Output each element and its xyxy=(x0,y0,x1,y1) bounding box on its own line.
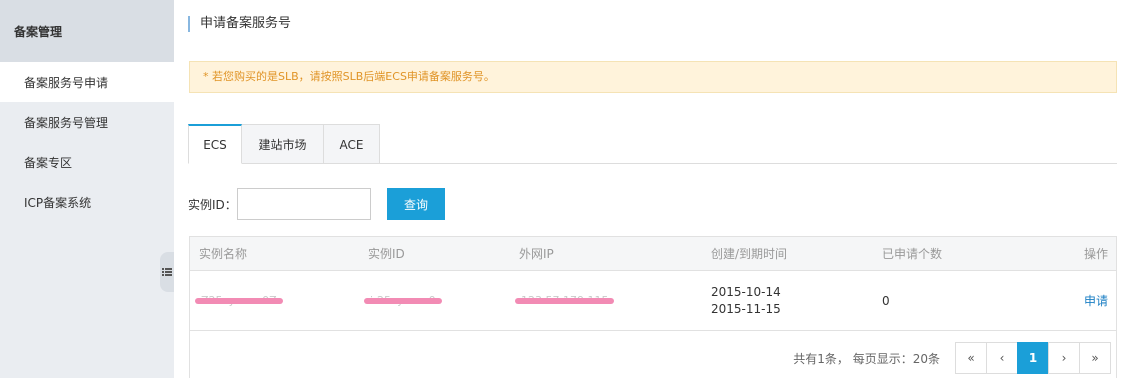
next-page-button[interactable]: › xyxy=(1048,342,1080,374)
sidebar-item-service-number-apply[interactable]: 备案服务号申请 xyxy=(0,62,174,102)
apply-action-cell: 申请 xyxy=(1084,271,1108,330)
table-row: Z25cy.vwc.0Z i-25cyvwc.0 123.57.179.115 … xyxy=(190,271,1116,331)
expire-date: 2015-11-15 xyxy=(711,301,781,316)
tab-site-market[interactable]: 建站市场 xyxy=(242,124,324,164)
applied-count-cell: 0 xyxy=(882,293,890,308)
column-header-instance-id: 实例ID xyxy=(368,247,405,261)
tab-ecs[interactable]: ECS xyxy=(188,124,242,164)
column-header-public-ip: 外网IP xyxy=(519,247,554,261)
instance-id-redacted: i-25cyvwc.0 xyxy=(364,294,442,307)
apply-link[interactable]: 申请 xyxy=(1084,292,1108,309)
page-number-button[interactable]: 1 xyxy=(1017,342,1049,374)
public-ip-redacted: 123.57.179.115 xyxy=(514,294,615,307)
instance-id-input[interactable] xyxy=(237,188,371,220)
page-title: 申请备案服务号 xyxy=(188,16,291,32)
sidebar-item-label: 备案服务号申请 xyxy=(24,75,109,90)
pagination-info: 共有1条， 每页显示：20条 xyxy=(793,352,940,366)
instance-name-cell: Z25cy.vwc.0Z xyxy=(195,271,283,330)
dates-cell: 2015-10-14 2015-11-15 xyxy=(711,271,781,330)
column-header-applied-count: 已申请个数 xyxy=(882,247,943,261)
sidebar-item-service-number-manage[interactable]: 备案服务号管理 xyxy=(0,102,174,142)
first-page-button[interactable]: « xyxy=(955,342,987,374)
instance-id-label: 实例ID： xyxy=(188,198,237,212)
instance-name-redacted: Z25cy.vwc.0Z xyxy=(195,294,283,307)
column-header-action: 操作 xyxy=(1083,247,1108,261)
sidebar-title: 备案管理 xyxy=(0,0,174,62)
column-header-instance-name: 实例名称 xyxy=(199,247,248,261)
public-ip-cell: 123.57.179.115 xyxy=(514,271,615,330)
sidebar: 备案管理 备案服务号申请 备案服务号管理 备案专区 ICP备案系统 xyxy=(0,0,174,378)
tab-ace[interactable]: ACE xyxy=(324,124,380,164)
sidebar-item-label: 备案服务号管理 xyxy=(24,115,109,130)
instance-id-cell: i-25cyvwc.0 xyxy=(364,271,442,330)
prev-page-button[interactable]: ‹ xyxy=(986,342,1018,374)
sidebar-item-label: ICP备案系统 xyxy=(24,195,92,210)
query-button[interactable]: 查询 xyxy=(387,188,445,220)
main-content: 申请备案服务号 * 若您购买的是SLB，请按照SLB后端ECS申请备案服务号。 … xyxy=(188,0,1117,378)
pagination: « ‹ 1 › » xyxy=(955,342,1111,374)
last-page-button[interactable]: » xyxy=(1079,342,1111,374)
sidebar-item-label: 备案专区 xyxy=(24,155,73,170)
collapse-menu-icon xyxy=(162,268,172,276)
table-header: 实例名称 实例ID 外网IP 创建/到期时间 已申请个数 操作 xyxy=(190,237,1116,271)
column-header-dates: 创建/到期时间 xyxy=(711,247,788,261)
sidebar-item-icp-system[interactable]: ICP备案系统 xyxy=(0,182,174,222)
tab-bar: ECS 建站市场 ACE xyxy=(188,124,1117,164)
sidebar-item-filing-zone[interactable]: 备案专区 xyxy=(0,142,174,182)
created-date: 2015-10-14 xyxy=(711,284,781,299)
sidebar-collapse-handle[interactable] xyxy=(160,252,174,292)
notice-banner: * 若您购买的是SLB，请按照SLB后端ECS申请备案服务号。 xyxy=(189,61,1117,93)
